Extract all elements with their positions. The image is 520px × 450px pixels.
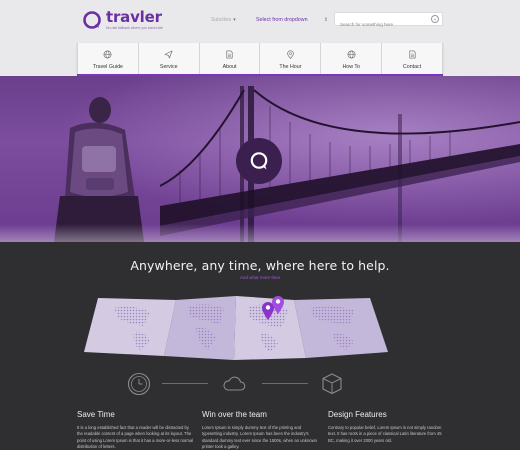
nav-label: The Hour <box>279 63 302 70</box>
hero-banner <box>0 76 520 242</box>
world-map-icon <box>84 296 388 360</box>
bridge-image <box>160 86 520 242</box>
nav-label: Service <box>159 63 178 70</box>
search-input[interactable] <box>335 18 427 31</box>
divider <box>262 383 308 384</box>
chat-bubble-logo-icon <box>82 10 102 30</box>
feature-text: Lorem Ipsum is simply dummy text of the … <box>202 425 317 450</box>
site-header: travler No-risk fallback where you trave… <box>0 0 520 77</box>
feature-title: Design Features <box>328 410 387 419</box>
box-icon <box>322 373 342 395</box>
globe-icon <box>103 50 112 58</box>
nav-label: How To <box>342 63 361 70</box>
feature-design: Design Features Contrary to popular beli… <box>328 410 446 444</box>
nav-item-how-to[interactable]: How To <box>321 43 383 76</box>
nav-item-travel-guide[interactable]: Travel Guide <box>77 43 139 76</box>
brand-tagline: No-risk fallback where you travel site <box>106 26 163 30</box>
nav-item-contact[interactable]: Contact <box>382 43 443 76</box>
feature-text: It is a long established fact that a rea… <box>77 425 194 450</box>
section-subline: And what more then <box>239 275 281 280</box>
cloud-icon <box>223 376 246 391</box>
dropdown-select-value: Select from dropdown <box>256 17 308 23</box>
nav-label: Contact <box>402 63 422 70</box>
globe-icon <box>347 50 356 58</box>
hero-bottom-fade <box>0 224 520 242</box>
chat-bubble-icon <box>236 138 282 184</box>
nav-item-service[interactable]: Service <box>139 43 200 76</box>
traveler-image <box>54 97 144 242</box>
logo[interactable]: travler No-risk fallback where you trave… <box>82 10 163 30</box>
document-icon <box>226 50 233 58</box>
nav-label: Travel Guide <box>92 63 123 70</box>
feature-win-team: Win over the team Lorem Ipsum is simply … <box>202 410 320 450</box>
document-icon <box>409 50 416 58</box>
features-icon-row <box>0 372 520 396</box>
dropdown-select[interactable]: Select from dropdown ⇕ <box>256 15 328 25</box>
feature-title: Win over the team <box>202 410 267 419</box>
subcities-select-value: Subcities <box>211 17 232 23</box>
feature-save-time: Save Time It is a long established fact … <box>77 410 195 450</box>
updown-arrows-icon: ⇕ <box>323 17 328 23</box>
nav-label: About <box>222 63 237 70</box>
brand-name: travler <box>106 8 162 26</box>
chevron-down-icon: ▾ <box>233 17 236 23</box>
section-headline: Anywhere, any time, where here to help. <box>130 258 390 273</box>
search-box <box>334 12 443 31</box>
map-pin-icon <box>287 49 294 59</box>
search-icon[interactable] <box>431 15 439 23</box>
nav-item-the-hour[interactable]: The Hour <box>260 43 322 76</box>
main-nav: Travel Guide Service About The Hour How … <box>77 43 443 76</box>
divider <box>162 383 208 384</box>
subcities-select[interactable]: Subcities ▾ <box>211 15 236 25</box>
clock-icon <box>127 372 151 396</box>
feature-text: Contrary to popular belief, Lorem Ipsum … <box>328 425 442 443</box>
feature-title: Save Time <box>77 410 115 419</box>
paper-plane-icon <box>164 50 173 58</box>
nav-item-about[interactable]: About <box>200 43 261 76</box>
